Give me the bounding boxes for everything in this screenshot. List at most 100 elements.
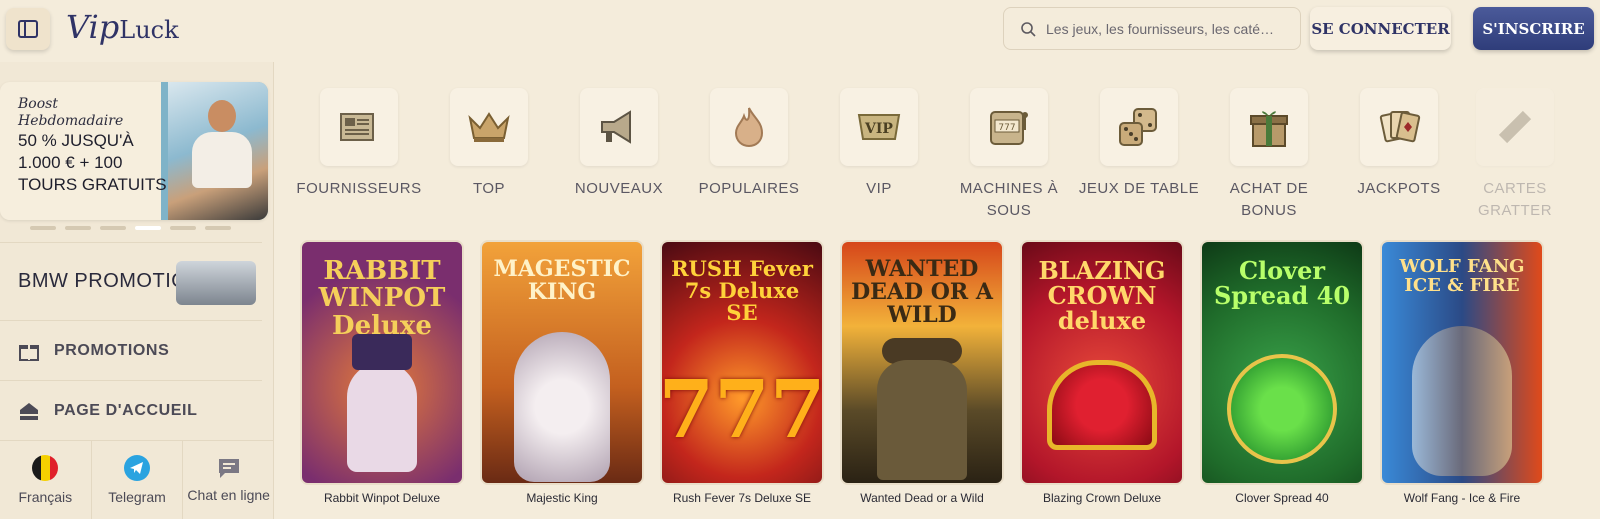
language-button[interactable]: Français <box>0 441 92 519</box>
category-slots[interactable]: 777 MACHINES À SOUS <box>940 88 1078 222</box>
logo[interactable]: VipLuck <box>66 8 179 46</box>
sidebar-item-home[interactable]: PAGE D'ACCUEIL <box>0 380 262 440</box>
carousel-dot[interactable] <box>65 226 91 230</box>
crown-icon <box>450 88 528 166</box>
game-art-title: Clover Spread 40 <box>1213 256 1351 311</box>
category-jackpots[interactable]: JACKPOTS <box>1330 88 1468 200</box>
top-hat <box>352 334 412 370</box>
category-vip[interactable]: VIP VIP <box>810 88 948 200</box>
game-art-title: MAGESTIC KING <box>493 256 631 306</box>
carousel-dot-active[interactable] <box>135 226 161 230</box>
category-bonus-buy[interactable]: ACHAT DE BONUS <box>1200 88 1338 222</box>
promo-image <box>168 82 268 220</box>
category-label: POPULAIRES <box>698 180 800 197</box>
promo-line1: Boost <box>18 96 58 112</box>
search-input[interactable] <box>1046 20 1286 37</box>
promo-banner[interactable]: Boost Hebdomadaire 50 % JUSQU'À 1.000 € … <box>0 82 268 220</box>
signup-button[interactable]: S'INSCRIRE <box>1473 7 1594 50</box>
game-thumbnail[interactable]: WANTED DEAD OR A WILD <box>840 240 1004 485</box>
slot-machine-icon: 777 <box>970 88 1048 166</box>
sidebar: Boost Hebdomadaire 50 % JUSQU'À 1.000 € … <box>0 62 274 519</box>
game-name: Wolf Fang - Ice & Fire <box>1403 491 1521 505</box>
live-chat-button[interactable]: Chat en ligne <box>183 441 274 519</box>
svg-text:777: 777 <box>998 123 1015 133</box>
promo-face <box>208 100 236 132</box>
promo-line4: 1.000 € + 100 <box>18 153 123 172</box>
carousel-dot[interactable] <box>170 226 196 230</box>
bmw-promotion-label: BMW PROMOTION <box>18 270 203 292</box>
scratch-icon <box>1476 88 1554 166</box>
vip-icon: VIP <box>840 88 918 166</box>
telegram-label: Telegram <box>108 489 166 505</box>
carousel-dot[interactable] <box>205 226 231 230</box>
search-icon <box>1021 21 1036 37</box>
sidebar-item-promotions[interactable]: PROMOTIONS <box>0 320 262 380</box>
game-name: Majestic King <box>526 491 598 505</box>
promo-text: Boost Hebdomadaire 50 % JUSQU'À 1.000 € … <box>18 96 167 196</box>
rabbit-figure <box>347 362 417 472</box>
game-card-wanted[interactable]: WANTED DEAD OR A WILD Wanted Dead or a W… <box>840 240 1004 505</box>
category-label: FOURNISSEURS <box>296 180 422 197</box>
game-name: Wanted Dead or a Wild <box>860 491 984 505</box>
promo-line5: TOURS GRATUITS <box>18 175 167 194</box>
dice-icon <box>1100 88 1178 166</box>
game-thumbnail[interactable]: RUSH Fever 7s Deluxe SE 777 <box>660 240 824 485</box>
top-header: VipLuck SE CONNECTER S'INSCRIRE <box>0 0 1600 62</box>
carousel-dot[interactable] <box>100 226 126 230</box>
cowboy-figure <box>877 360 967 480</box>
crown-art <box>1047 360 1157 450</box>
clover-art <box>1227 354 1337 464</box>
category-label: JACKPOTS <box>1357 180 1441 197</box>
gift-icon <box>19 344 39 361</box>
newspaper-icon <box>320 88 398 166</box>
games-grid: RABBIT WINPOT Deluxe Rabbit Winpot Delux… <box>300 240 1600 519</box>
game-name: Blazing Crown Deluxe <box>1042 491 1162 505</box>
svg-text:VIP: VIP <box>864 121 893 137</box>
sidebar-toggle-button[interactable] <box>6 8 50 50</box>
logo-text: Luck <box>119 16 179 44</box>
category-providers[interactable]: FOURNISSEURS <box>290 88 428 200</box>
sidebar-footer: Français Telegram Chat en ligne <box>0 440 274 519</box>
wolf-figure <box>1412 326 1512 476</box>
live-chat-label: Chat en ligne <box>187 487 270 503</box>
category-scratch-cards[interactable]: CARTES GRATTER <box>1460 88 1570 222</box>
category-label: CARTES GRATTER <box>1477 180 1553 219</box>
game-thumbnail[interactable]: BLAZING CROWN deluxe <box>1020 240 1184 485</box>
category-new[interactable]: NOUVEAUX <box>550 88 688 200</box>
flame-icon <box>710 88 788 166</box>
game-card-clover-spread[interactable]: Clover Spread 40 Clover Spread 40 <box>1200 240 1364 505</box>
carousel-dot[interactable] <box>30 226 56 230</box>
game-card-rush-fever[interactable]: RUSH Fever 7s Deluxe SE 777 Rush Fever 7… <box>660 240 824 505</box>
category-label: JEUX DE TABLE <box>1078 180 1200 197</box>
category-label: TOP <box>472 180 506 197</box>
game-card-blazing-crown[interactable]: BLAZING CROWN deluxe Blazing Crown Delux… <box>1020 240 1184 505</box>
home-icon <box>20 402 38 420</box>
game-thumbnail[interactable]: RABBIT WINPOT Deluxe <box>300 240 464 485</box>
category-label: NOUVEAUX <box>574 180 664 197</box>
login-button[interactable]: SE CONNECTER <box>1310 7 1451 50</box>
game-thumbnail[interactable]: MAGESTIC KING <box>480 240 644 485</box>
promo-shirt <box>192 132 252 188</box>
search-box[interactable] <box>1003 7 1301 50</box>
game-thumbnail[interactable]: WOLF FANG ICE & FIRE <box>1380 240 1544 485</box>
telegram-button[interactable]: Telegram <box>92 441 184 519</box>
game-name: Rush Fever 7s Deluxe SE <box>672 491 812 505</box>
category-popular[interactable]: POPULAIRES <box>680 88 818 200</box>
sidebar-item-label: PAGE D'ACCUEIL <box>54 401 198 419</box>
game-thumbnail[interactable]: Clover Spread 40 <box>1200 240 1364 485</box>
game-art-title: WANTED DEAD OR A WILD <box>851 256 993 329</box>
game-card-rabbit-winpot[interactable]: RABBIT WINPOT Deluxe Rabbit Winpot Delux… <box>300 240 464 505</box>
sidebar-toggle-icon <box>18 20 38 38</box>
game-art-title: WOLF FANG ICE & FIRE <box>1399 256 1525 296</box>
bmw-promotion-link[interactable]: BMW PROMOTION <box>0 242 262 320</box>
category-top[interactable]: TOP <box>420 88 558 200</box>
sevens-art: 777 <box>660 362 824 456</box>
game-card-majestic-king[interactable]: MAGESTIC KING Majestic King <box>480 240 644 505</box>
game-name: Rabbit Winpot Deluxe <box>323 491 441 505</box>
game-card-wolf-fang[interactable]: WOLF FANG ICE & FIRE Wolf Fang - Ice & F… <box>1380 240 1544 505</box>
gift-box-icon <box>1230 88 1308 166</box>
telegram-icon <box>124 455 150 481</box>
lion-figure <box>514 332 610 482</box>
game-art-title: RUSH Fever 7s Deluxe SE <box>671 256 813 326</box>
category-table-games[interactable]: JEUX DE TABLE <box>1070 88 1208 200</box>
